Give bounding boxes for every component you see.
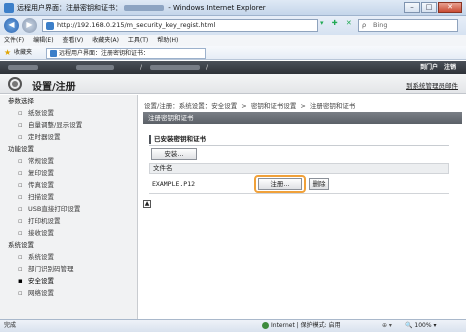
menu-view[interactable]: 查看(V) (62, 37, 83, 44)
install-button[interactable]: 安装... (151, 148, 197, 160)
register-button[interactable]: 注册... (258, 178, 302, 190)
breadcrumb-current: 注册密钥和证书 (309, 102, 356, 110)
page-heading: 设置/注册 (32, 82, 76, 93)
window-titlebar: 远程用户界面：注册密钥和证书： - Windows Internet Explo… (0, 0, 466, 16)
sidebar-item-usb-print-settings[interactable]: USB直接打印设置 (0, 203, 137, 215)
menu-favorites[interactable]: 收藏夹(A) (92, 37, 119, 44)
sidebar-group-system-settings: 系统设置 (8, 241, 34, 249)
sidebar-item-common-settings[interactable]: 常规设置 (0, 155, 137, 167)
url-input[interactable]: http://192.168.0.215/m_security_key_regi… (42, 19, 318, 32)
tab-title: 远程用户界面：注册密钥和证书： (59, 50, 150, 57)
redacted-text (150, 65, 200, 70)
breadcrumb-separator: > (300, 102, 306, 110)
separator: / (206, 64, 209, 71)
tab-page-icon (50, 50, 57, 57)
favorites-bar: ★ 收藏夹 远程用户界面：注册密钥和证书： (0, 46, 466, 60)
sidebar-item-network-settings[interactable]: 网络设置 (0, 287, 137, 299)
page-title: 注册密钥和证书 (143, 112, 462, 124)
sidebar-group-function-settings: 功能设置 (8, 145, 34, 153)
refresh-stop-buttons[interactable]: ▾ ✚ ✕ (320, 19, 355, 27)
back-button[interactable]: ◀ (4, 18, 19, 33)
forward-button[interactable]: ▶ (22, 18, 37, 33)
status-text: 完成 (4, 322, 17, 329)
settings-logo-icon (8, 77, 22, 91)
delete-button[interactable]: 删除 (309, 178, 329, 190)
to-portal-link[interactable]: 到门户 (420, 64, 438, 71)
security-zone-text: Internet | 保护模式: 启用 (271, 322, 341, 329)
sidebar-item-display-settings[interactable]: 自量调整/显示设置 (0, 119, 137, 131)
file-name: EXAMPLE.P12 (152, 180, 196, 188)
sidebar-item-fax-settings[interactable]: 传真设置 (0, 179, 137, 191)
table-row: EXAMPLE.P12 注册... 删除 (149, 174, 449, 194)
window-title-suffix: - Windows Internet Explorer (168, 4, 266, 12)
menu-edit[interactable]: 编辑(E) (33, 37, 53, 44)
redacted-text (124, 5, 164, 11)
menu-tools[interactable]: 工具(T) (128, 37, 148, 44)
browser-tab[interactable]: 远程用户界面：注册密钥和证书： (46, 48, 206, 59)
url-text: http://192.168.0.215/m_security_key_regi… (57, 21, 216, 29)
globe-icon (262, 322, 269, 329)
sidebar: 参数选择 纸张设置 自量调整/显示设置 定时器设置 功能设置 常规设置 复印设置… (0, 95, 138, 319)
minimize-button[interactable]: – (404, 2, 420, 13)
zoom-level[interactable]: 🔍 100% ▾ (405, 320, 436, 332)
main-content: 设置/注册：系统设置：安全设置 > 密钥和证书设置 > 注册密钥和证书 注册密钥… (139, 95, 466, 319)
redacted-text (8, 65, 38, 70)
breadcrumb-security-settings[interactable]: 设置/注册：系统设置：安全设置 (144, 102, 237, 110)
sidebar-group-preferences: 参数选择 (8, 97, 34, 105)
sidebar-item-timer-settings[interactable]: 定时器设置 (0, 131, 137, 143)
redacted-text (76, 65, 114, 70)
sidebar-item-scan-settings[interactable]: 扫描设置 (0, 191, 137, 203)
breadcrumb: 设置/注册：系统设置：安全设置 > 密钥和证书设置 > 注册密钥和证书 (144, 100, 355, 110)
sidebar-item-copy-settings[interactable]: 复印设置 (0, 167, 137, 179)
breadcrumb-separator: > (241, 102, 247, 110)
menu-file[interactable]: 文件(F) (4, 37, 24, 44)
search-input[interactable]: ρ Bing (358, 19, 458, 32)
search-placeholder: Bing (373, 21, 388, 29)
sidebar-item-paper-settings[interactable]: 纸张设置 (0, 107, 137, 119)
sidebar-item-printer-settings[interactable]: 打印机设置 (0, 215, 137, 227)
menu-bar: 文件(F) 编辑(E) 查看(V) 收藏夹(A) 工具(T) 帮助(H) (0, 35, 466, 46)
window-title-text: 远程用户界面：注册密钥和证书： (17, 4, 122, 12)
page-icon (46, 22, 54, 30)
section-divider (149, 145, 449, 146)
sidebar-item-system-settings[interactable]: 系统设置 (0, 251, 137, 263)
admin-mail-link[interactable]: 到系统管理员邮件 (406, 80, 458, 90)
favorites-label[interactable]: 收藏夹 (14, 46, 32, 60)
breadcrumb-key-cert-settings[interactable]: 密钥和证书设置 (251, 102, 297, 110)
column-header-filename: 文件名 (149, 163, 449, 174)
sidebar-item-department-id[interactable]: 部门识别码管理 (0, 263, 137, 275)
favorites-star-icon[interactable]: ★ (4, 46, 11, 60)
status-bar: 完成 Internet | 保护模式: 启用 ⊕ ▾ 🔍 100% ▾ (0, 319, 466, 332)
address-bar-row: ◀ ▶ http://192.168.0.215/m_security_key_… (0, 16, 466, 35)
top-links: 到门户 注销 (414, 61, 456, 74)
sidebar-item-receive-settings[interactable]: 接收设置 (0, 227, 137, 239)
window-title: 远程用户界面：注册密钥和证书： - Windows Internet Explo… (17, 3, 266, 13)
ie-page-icon (4, 3, 14, 13)
security-zone[interactable]: Internet | 保护模式: 启用 (262, 320, 341, 332)
sidebar-item-security-settings[interactable]: 安全设置 (0, 275, 137, 287)
window-controls: – □ ✕ (403, 2, 462, 13)
app-top-bar: / / 到门户 注销 (0, 61, 466, 74)
search-icon: ρ (362, 21, 367, 29)
close-window-button[interactable]: ✕ (438, 2, 462, 13)
app-header: 设置/注册 到系统管理员邮件 (0, 74, 466, 94)
add-on-indicator[interactable]: ⊕ ▾ (382, 320, 392, 332)
section-title: 已安装密钥和证书 (149, 135, 449, 144)
menu-help[interactable]: 帮助(H) (157, 37, 178, 44)
maximize-button[interactable]: □ (421, 2, 437, 13)
separator: / (140, 64, 143, 71)
back-to-top-icon[interactable]: ▲ (143, 200, 151, 208)
logout-link[interactable]: 注销 (444, 64, 456, 71)
